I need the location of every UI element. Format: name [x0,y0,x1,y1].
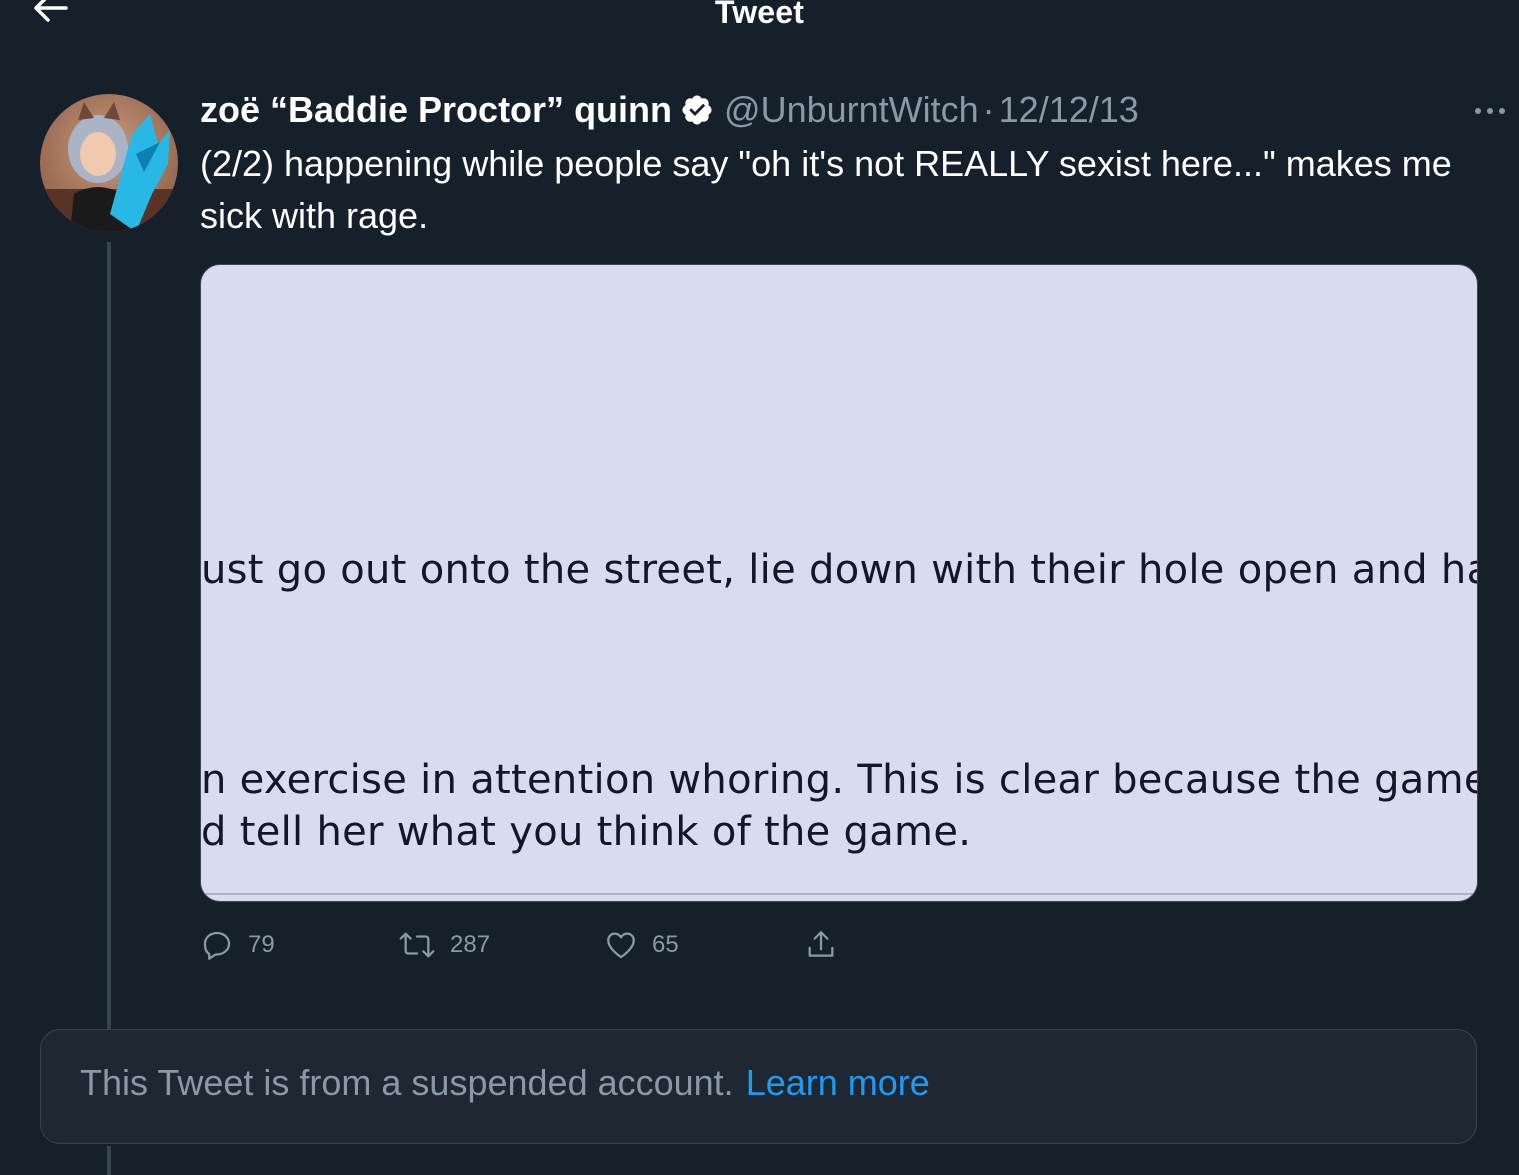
media-divider [201,893,1477,895]
page-title: Tweet [714,0,805,30]
more-icon [1475,108,1505,114]
retweet-icon [399,932,435,958]
avatar[interactable] [40,94,178,232]
share-button[interactable] [804,922,838,968]
media-text-line: ust go out onto the street, lie down wit… [201,547,1477,593]
author-handle[interactable]: @UnburntWitch [724,89,979,131]
like-button[interactable]: 65 [604,922,679,968]
tweet-text: (2/2) happening while people say "oh it'… [200,143,1452,236]
thread-line [107,1146,111,1175]
tweet-media-image[interactable]: ust go out onto the street, lie down wit… [200,264,1478,902]
retweet-button[interactable]: 287 [398,922,490,968]
author-display-name[interactable]: zoë “Baddie Proctor” quinn [200,89,672,131]
like-count: 65 [652,931,679,958]
verified-badge-icon [680,93,714,127]
tweet-actions: 79 287 65 [200,922,900,968]
heart-icon [607,932,635,959]
top-bar: Tweet [0,0,1519,40]
reply-icon [203,931,231,960]
suspended-notice-text: This Tweet is from a suspended account. L… [80,1062,930,1104]
learn-more-link[interactable]: Learn more [746,1062,930,1103]
suspended-message: This Tweet is from a suspended account. [80,1062,734,1103]
reply-count: 79 [248,931,275,958]
reply-button[interactable]: 79 [200,922,275,968]
separator-dot: · [982,89,995,130]
thread-line [107,242,111,1030]
suspended-account-notice: This Tweet is from a suspended account. L… [40,1029,1477,1144]
media-text-line: d tell her what you think of the game. [201,809,972,855]
media-text-line: n exercise in attention whoring. This is… [201,757,1478,803]
tweet-date[interactable]: 12/12/13 [999,89,1139,131]
more-options-button[interactable] [1465,96,1515,126]
share-icon [808,931,834,957]
tweet-header: zoë “Baddie Proctor” quinn @UnburntWitch… [200,86,1479,134]
retweet-count: 287 [450,931,491,958]
